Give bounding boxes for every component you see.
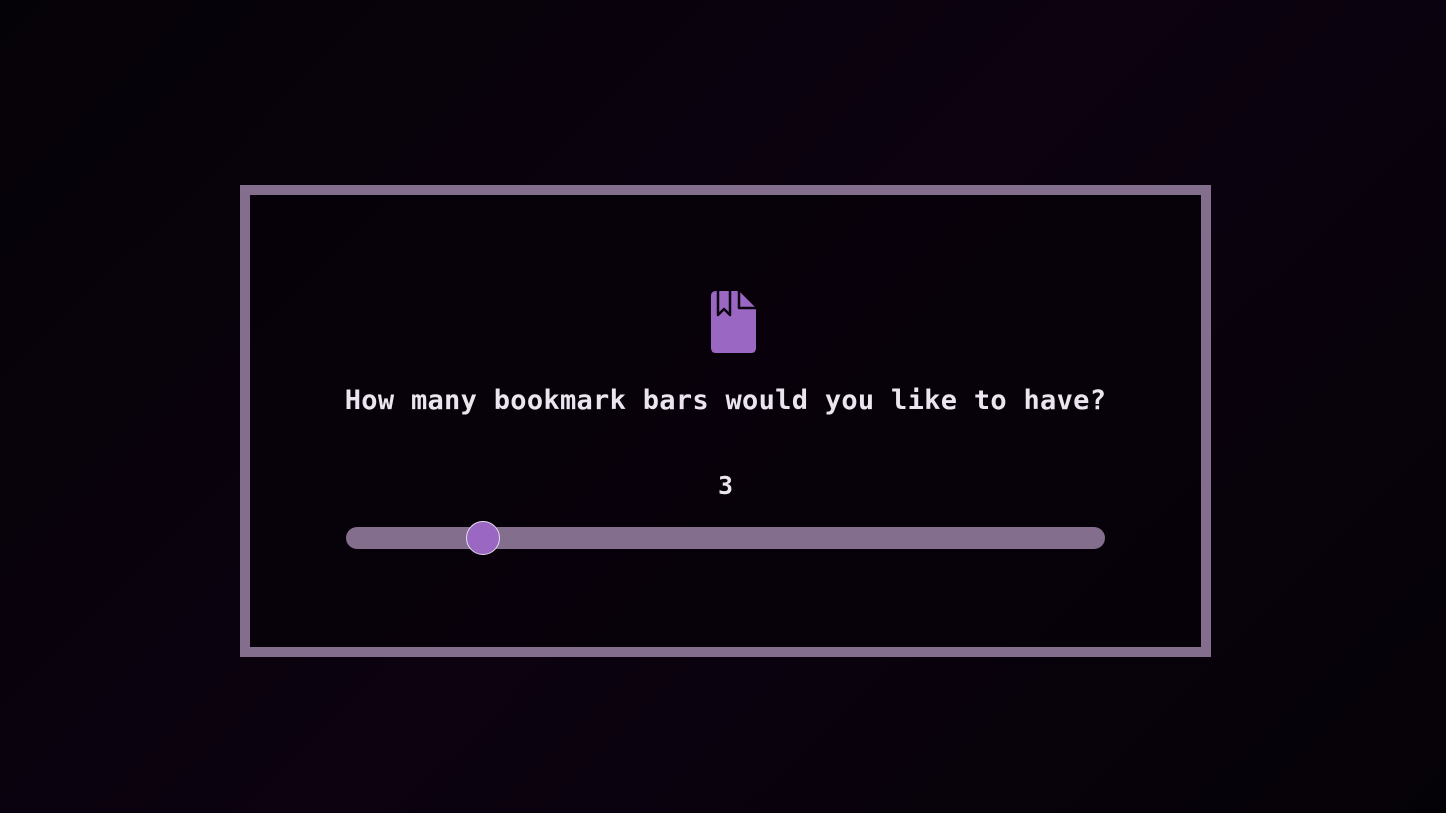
bookmark-bars-dialog: How many bookmark bars would you like to… xyxy=(240,185,1211,657)
slider-value-readout: 3 xyxy=(717,471,734,500)
bookmark-bars-slider[interactable] xyxy=(346,521,1105,555)
slider-thumb[interactable] xyxy=(465,521,500,555)
bookmark-file-icon xyxy=(710,291,758,353)
question-heading: How many bookmark bars would you like to… xyxy=(344,385,1107,416)
